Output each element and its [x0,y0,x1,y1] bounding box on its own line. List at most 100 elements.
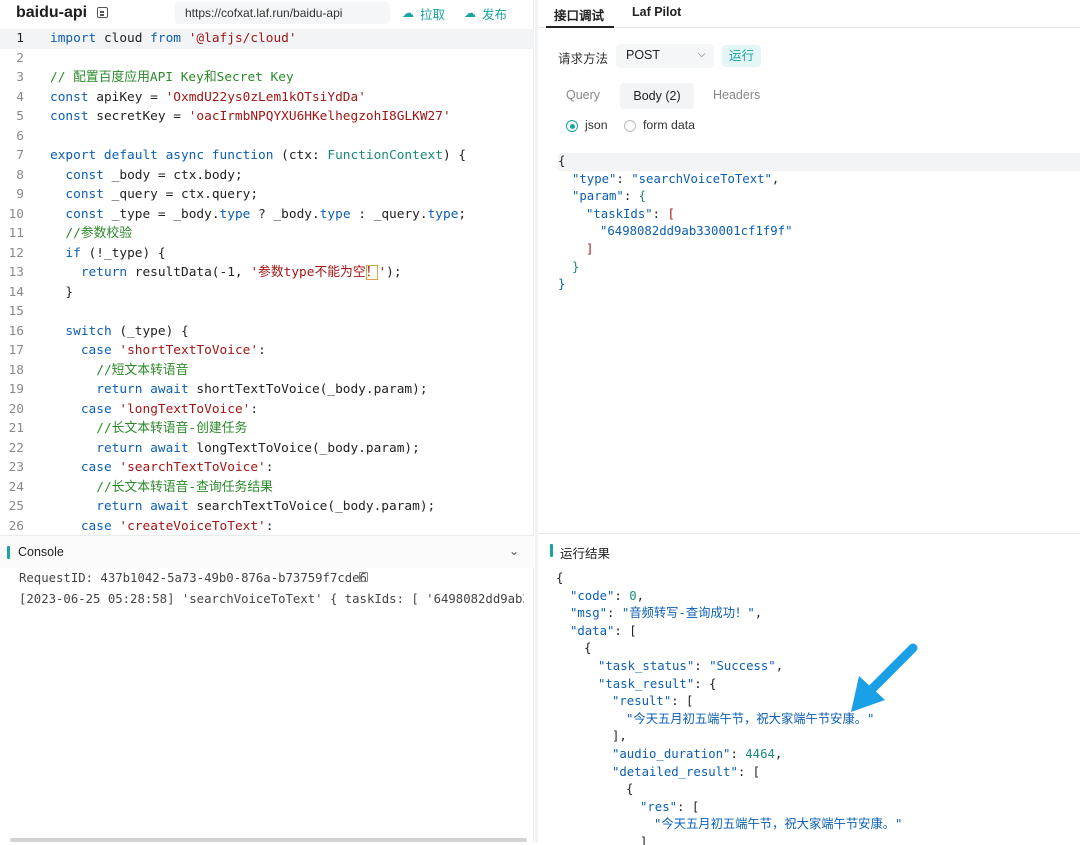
code-text: // 配置百度应用API Key和Secret Key [50,68,294,88]
code-token: import [50,31,97,46]
tab-headers[interactable]: Headers [713,88,760,102]
code-token: ; [458,206,467,222]
json-token: , [636,588,645,603]
code-token: case [80,343,112,358]
code-line: 22 return await longTextToVoice(_body.pa… [0,439,534,459]
result-accent-bar [550,544,553,557]
publish-label: 发布 [482,8,508,22]
copy-icon[interactable] [359,572,368,582]
code-text: case 'longTextToVoice': [50,400,258,420]
current-line-highlight [558,153,1080,171]
tab-query[interactable]: Query [566,88,600,102]
code-line: 26 case 'createVoiceToText': [0,517,534,535]
code-text: return await searchTextToVoice(_body.par… [50,497,435,517]
json-line: "msg": "音频转写-查询成功！", [570,605,762,623]
code-token: 'OxmdU22ys0zLem1kOTsiYdDa' [165,89,366,105]
json-token: : [ [671,694,694,709]
json-token: , [771,171,780,186]
json-line: "6498082dd9ab330001cf1f9f" [600,223,793,241]
run-button[interactable]: 运行 [722,45,761,67]
code-line: 9 const _query = ctx.query; [0,185,534,205]
code-text: const apiKey = 'OxmdU22ys0zLem1kOTsiYdDa… [50,88,366,108]
tab-body[interactable]: Body (2) [620,83,694,109]
pull-button[interactable]: ☁ 拉取 [402,4,445,23]
code-token: : [250,401,259,417]
json-token: , [775,659,784,673]
code-token: const [50,109,89,124]
code-text: import cloud from '@lafjs/cloud' [50,29,297,49]
function-url[interactable]: https://cofxat.laf.run/baidu-api [175,2,390,24]
code-token: 'oacIrmbNPQYXU6HKelhegzohI8GLKW27' [188,109,451,124]
json-line: "result": [ [612,693,693,711]
json-line: } [572,259,579,277]
annotation-arrow-icon [851,643,918,712]
result-viewer[interactable]: {"code": 0, "msg": "音频转写-查询成功！", "data": [… [556,570,1076,845]
json-token: "msg" [570,606,608,621]
line-number: 23 [8,460,24,475]
code-token: ? _body. [250,206,320,222]
radio-json-label: json [585,118,608,132]
line-number: 22 [8,440,24,456]
json-line: "taskIds": [ [586,206,675,224]
code-editor[interactable]: 1 import cloud from '@lafjs/cloud' 2 3// 配置… [0,29,534,534]
method-select[interactable]: POST ⌵ [616,44,714,68]
tab-laf-pilot[interactable]: Laf Pilot [632,5,681,19]
code-text: } [50,283,73,303]
line-number: 19 [8,382,24,397]
radio-json[interactable] [566,120,578,132]
json-token: } [558,277,566,292]
result-panel: 运行结果 {"code": 0, "msg": "音频转写-查询成功！", "dat… [538,533,1080,845]
code-token: return await [96,499,189,514]
code-text: //参数校验 [50,224,132,244]
document-icon[interactable] [97,7,108,18]
code-text: case 'shortTextToVoice': [50,341,266,361]
json-token: : [614,588,630,603]
code-text: const secretKey = 'oacIrmbNPQYXU6HKelheg… [50,107,451,127]
request-body-editor[interactable]: {"type": "searchVoiceToText", "param": {"… [558,153,1080,303]
json-line: "type": "searchVoiceToText", [572,171,779,189]
code-line: 2 [0,49,534,69]
json-token: : [607,606,622,621]
line-number: 7 [16,148,24,163]
json-token: { [584,641,592,656]
radio-form-data[interactable] [624,120,636,132]
code-line: 5 const secretKey = 'oacIrmbNPQYXU6HKelhe… [0,107,534,127]
code-token: : [265,518,274,534]
console-header[interactable]: Console ⌄ [0,536,534,568]
code-line: 12 if (!_type) { [0,244,534,264]
console-accent-bar [7,546,10,559]
json-token: "data" [570,623,615,638]
code-token: //长文本转语音-查询任务结果 [96,479,273,495]
json-line: "task_result": { [598,676,716,694]
json-line: { [558,153,565,171]
code-token: ); [386,265,402,280]
json-line: "res": [ [640,799,699,817]
code-token: '参数type不能为空 [250,265,366,280]
line-number: 3 [16,70,24,85]
chevron-down-icon[interactable]: ⌄ [509,544,519,558]
code-token: shortTextToVoice(_body.param); [188,382,428,397]
code-token: //短文本转语音 [96,362,189,378]
json-token: "task_result" [598,676,695,691]
result-title: 运行结果 [560,547,611,561]
code-token: //长文本转语音-创建任务 [96,421,248,436]
json-token: ] [640,835,648,845]
line-number: 2 [16,50,24,66]
code-line: 17 case 'shortTextToVoice': [0,341,534,361]
json-token: "Success" [709,659,776,673]
chevron-down-icon: ⌵ [698,49,706,60]
code-token: const [65,187,104,202]
json-token: "code" [570,588,615,603]
tab-api-debug[interactable]: 接口调试 [554,5,604,24]
line-number: 20 [8,401,24,417]
publish-button[interactable]: ☁ 发布 [464,4,507,23]
json-line: ], [612,728,627,746]
horizontal-scrollbar[interactable] [10,838,527,842]
